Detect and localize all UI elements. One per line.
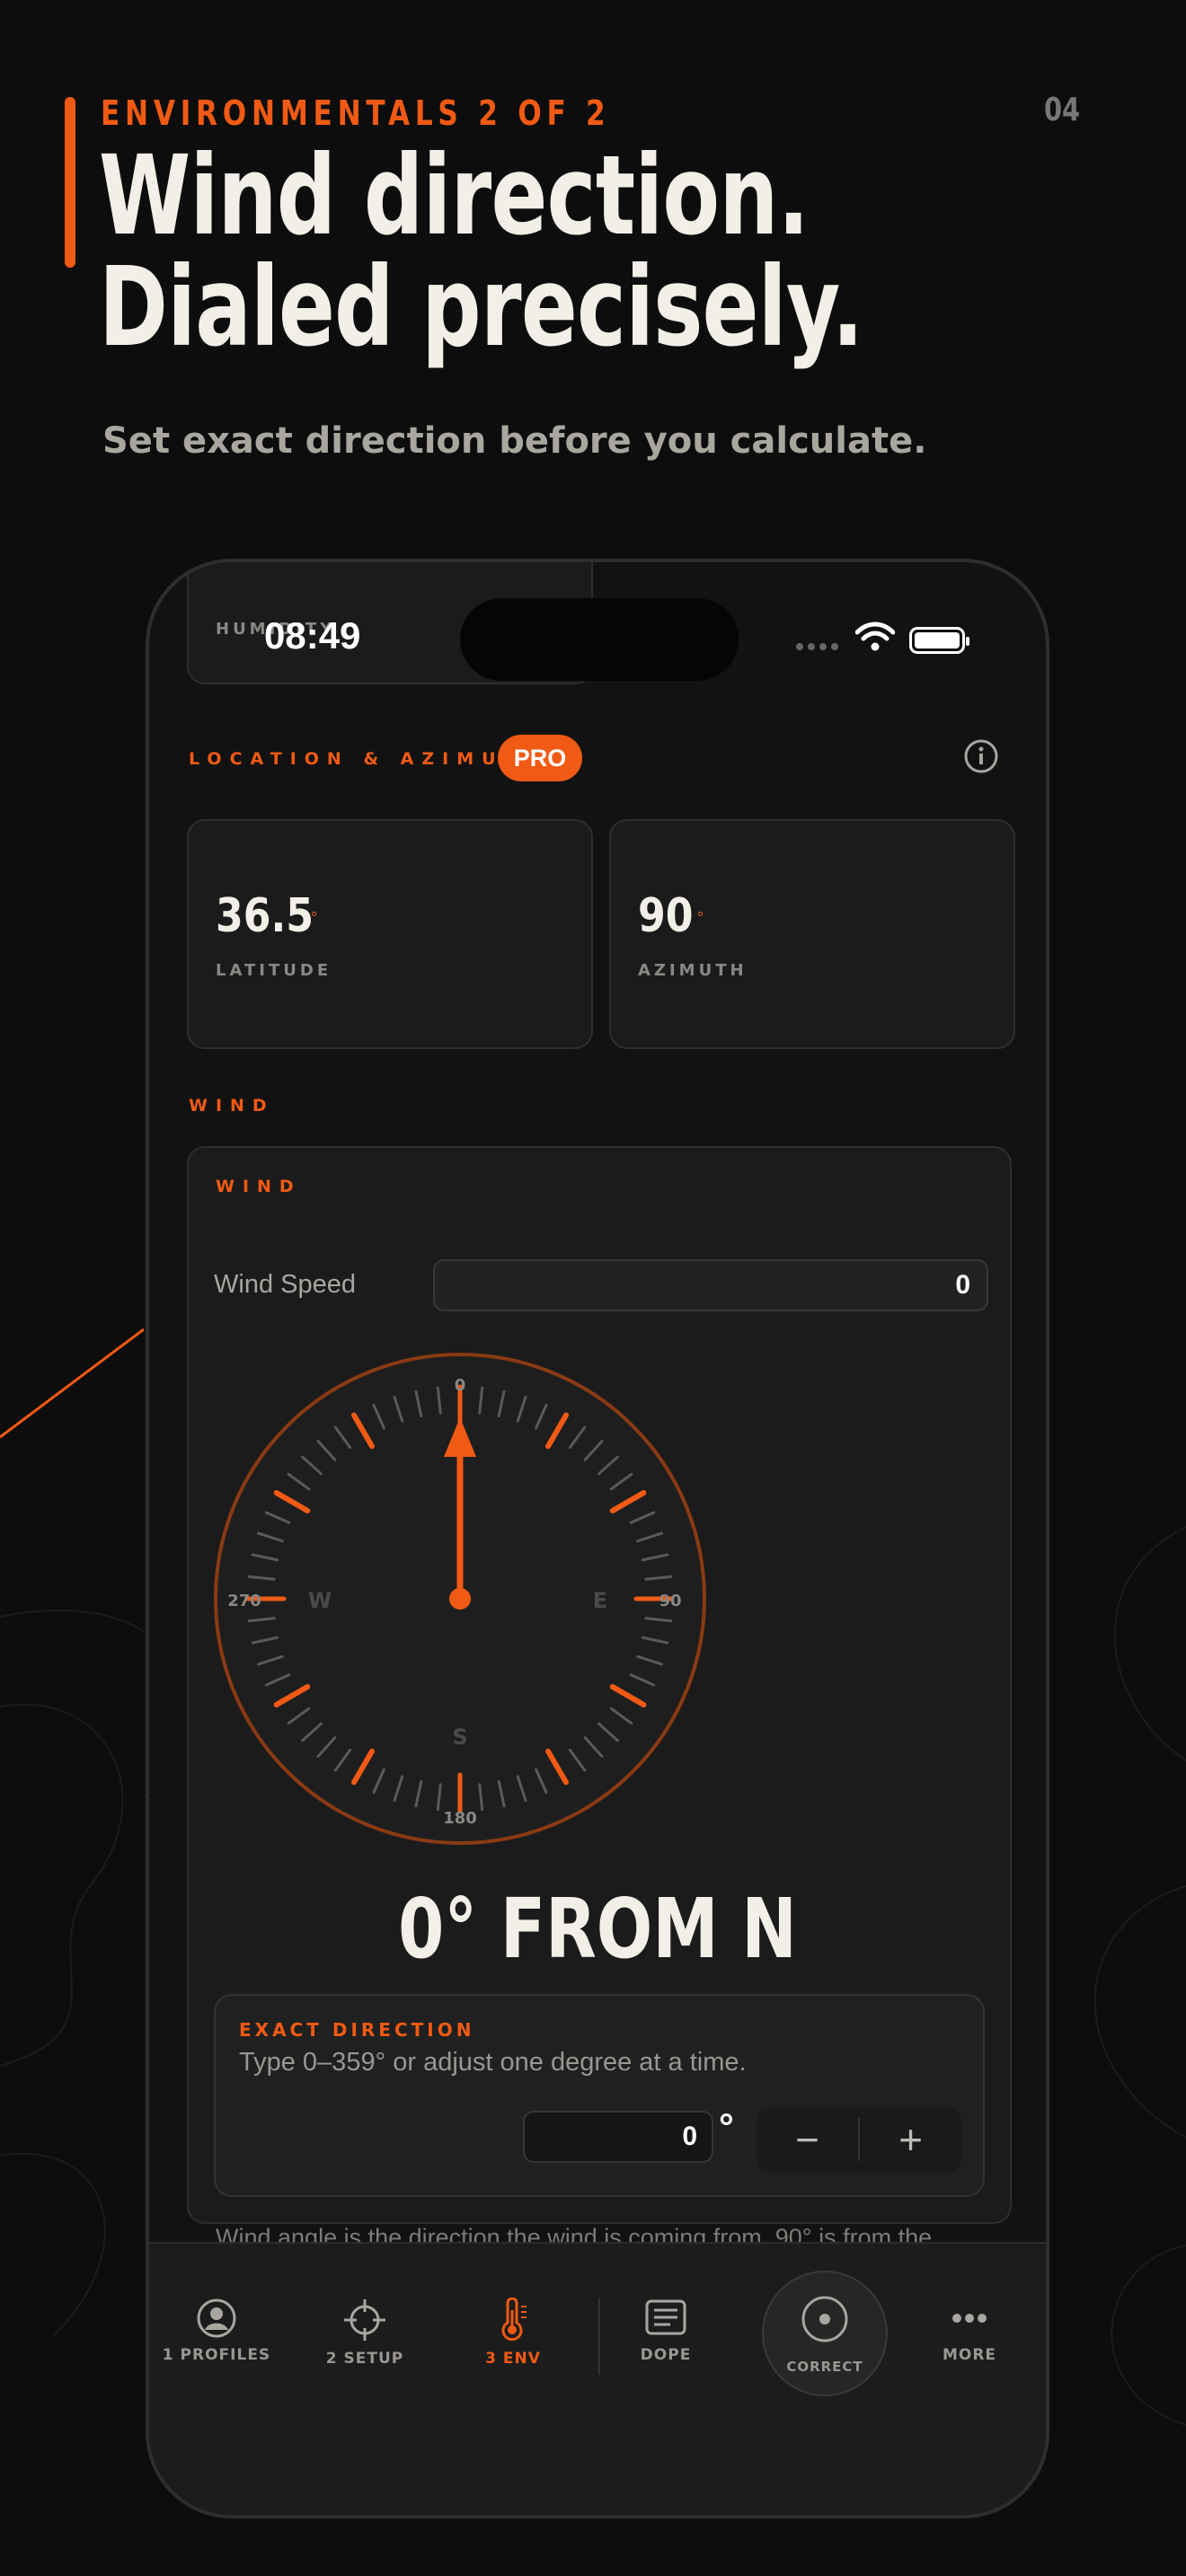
latitude-unit: ° — [311, 909, 318, 927]
accent-bar — [65, 97, 75, 268]
crosshair-icon — [344, 2299, 385, 2341]
dial-letter-east: E — [593, 1588, 607, 1613]
degree-symbol: ° — [719, 2105, 734, 2148]
tab-label: 1 PROFILES — [162, 2346, 271, 2364]
tab-profiles[interactable]: 1 PROFILES — [149, 2298, 284, 2364]
dial-letter-south: S — [452, 1725, 467, 1750]
tab-correct[interactable]: CORRECT — [762, 2271, 888, 2396]
direction-stepper: − + — [757, 2107, 961, 2172]
headline-line-1: Wind direction. — [99, 132, 810, 260]
wifi-icon — [855, 622, 895, 651]
dope-card-icon — [645, 2299, 686, 2335]
azimuth-card[interactable]: 90 ° AZIMUTH — [609, 819, 1015, 1049]
thermometer-icon — [501, 2298, 527, 2342]
dial-label-east: 90 — [659, 1592, 681, 1610]
info-icon[interactable] — [963, 738, 999, 774]
tab-dope[interactable]: DOPE — [598, 2298, 733, 2364]
tab-label: 2 SETUP — [325, 2350, 404, 2368]
location-azimuth-section-label: LOCATION & AZIMUTH — [189, 749, 546, 769]
target-icon — [801, 2296, 848, 2342]
dynamic-island — [460, 598, 739, 681]
kicker: ENVIRONMENTALS 2 OF 2 — [101, 93, 611, 133]
headline: Wind direction. Dialed precisely. — [99, 140, 863, 363]
headline-line-2: Dialed precisely. — [99, 243, 863, 371]
profile-icon — [197, 2298, 236, 2338]
tab-label: DOPE — [640, 2346, 692, 2364]
battery-icon — [909, 627, 969, 654]
page-number: 04 — [1043, 92, 1080, 128]
tab-more[interactable]: MORE — [902, 2298, 1037, 2364]
latitude-value: 36.5 — [216, 889, 314, 943]
decrement-button[interactable]: − — [757, 2107, 858, 2172]
pro-badge[interactable]: PRO — [498, 735, 582, 781]
azimuth-value: 90 — [638, 889, 694, 943]
wind-direction-readout: 0° FROM N — [398, 1881, 797, 1977]
tab-label: 3 ENV — [485, 2350, 541, 2368]
tab-label: CORRECT — [786, 2359, 863, 2375]
increment-button[interactable]: + — [860, 2107, 961, 2172]
exact-direction-input[interactable]: 0 — [523, 2111, 713, 2163]
screen: HUMIDITY 08:49 LOCATION & AZIMUTH PRO 36… — [149, 562, 1046, 2515]
azimuth-unit: ° — [697, 909, 704, 927]
exact-direction-help: Type 0–359° or adjust one degree at a ti… — [239, 2048, 747, 2077]
tab-label: MORE — [942, 2346, 997, 2364]
dial-letter-west: W — [308, 1588, 332, 1613]
wind-speed-label: Wind Speed — [214, 1270, 356, 1299]
dial-label-north: 0 — [455, 1376, 466, 1395]
wind-speed-input[interactable]: 0 — [433, 1259, 988, 1311]
status-time: 08:49 — [264, 614, 361, 657]
dial-label-west: 270 — [227, 1592, 261, 1610]
latitude-card[interactable]: 36.5 ° LATITUDE — [187, 819, 593, 1049]
signal-icon — [796, 643, 838, 650]
phone-frame: HUMIDITY 08:49 LOCATION & AZIMUTH PRO 36… — [146, 559, 1049, 2519]
tab-env[interactable]: 3 ENV — [446, 2298, 580, 2368]
tab-setup[interactable]: 2 SETUP — [297, 2298, 432, 2368]
subhead: Set exact direction before you calculate… — [102, 420, 927, 462]
exact-direction-label: EXACT DIRECTION — [239, 2019, 475, 2041]
latitude-label: LATITUDE — [216, 961, 332, 980]
azimuth-label: AZIMUTH — [638, 961, 748, 980]
tab-bar: 1 PROFILES 2 SETUP 3 ENV DOPE CORRECT MO… — [149, 2242, 1046, 2515]
wind-section-label: WIND — [189, 1096, 275, 1116]
wind-card-label: WIND — [216, 1177, 302, 1196]
wind-direction-dial[interactable]: 0 90 180 270 E S W — [212, 1351, 708, 1847]
dial-label-south: 180 — [443, 1809, 477, 1828]
more-icon — [952, 2314, 987, 2323]
